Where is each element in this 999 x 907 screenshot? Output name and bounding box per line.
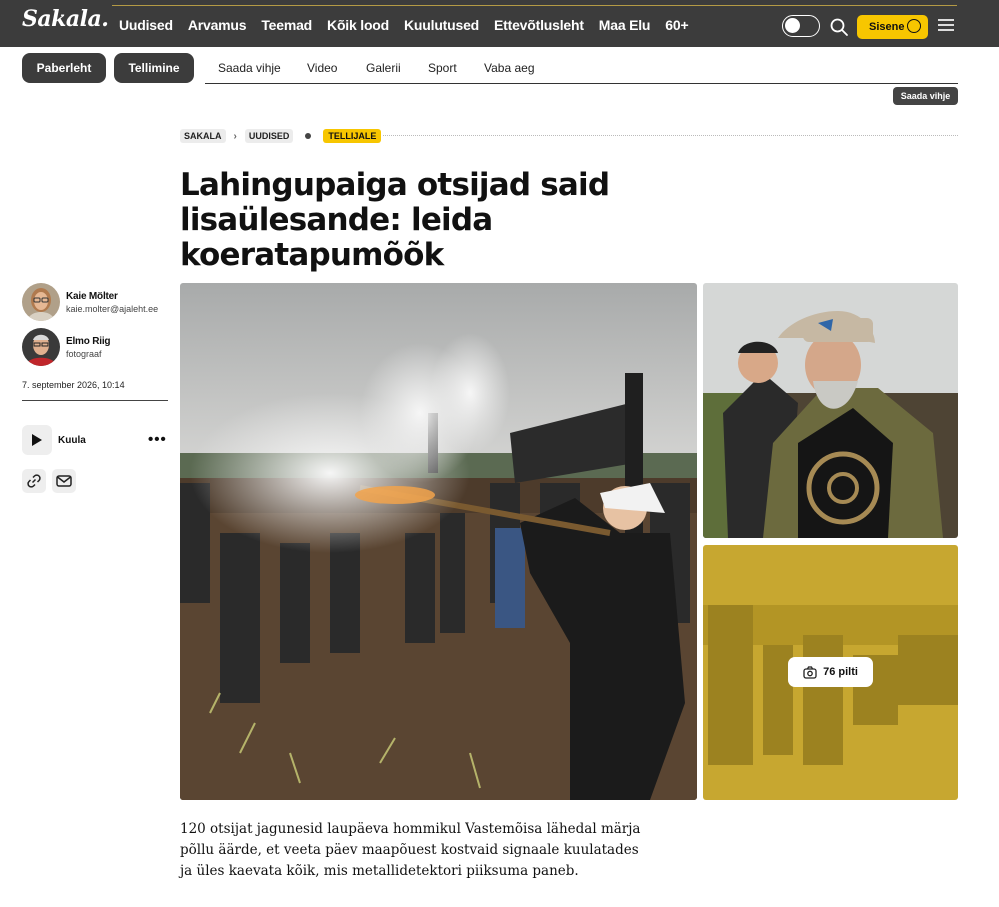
nav-item-kuulutused[interactable]: Kuulutused — [404, 17, 479, 33]
author-role: fotograaf — [66, 349, 102, 359]
breadcrumb: SAKALA › UUDISED TELLIJALE — [180, 129, 382, 143]
breadcrumb-divider — [383, 135, 958, 136]
subscribe-button[interactable]: Tellimine — [114, 53, 194, 83]
gallery-count-badge[interactable]: 76 pilti — [788, 657, 873, 687]
listen-control[interactable]: Kuula — [22, 425, 86, 455]
camera-icon — [803, 665, 817, 679]
subnav-link-sport[interactable]: Sport — [428, 61, 457, 75]
more-options-icon[interactable]: ••• — [148, 431, 167, 448]
nav-item-teemad[interactable]: Teemad — [261, 17, 312, 33]
author-avatar — [22, 328, 60, 366]
nav-item-60-plus[interactable]: 60+ — [665, 17, 688, 33]
chevron-right-icon: › — [233, 130, 237, 142]
author-card[interactable]: Elmo Riig fotograaf — [22, 328, 168, 366]
author-card[interactable]: Kaie Mölter kaie.molter@ajaleht.ee — [22, 283, 168, 321]
subnav-link-galerii[interactable]: Galerii — [366, 61, 401, 75]
send-tip-badge[interactable]: Saada vihje — [893, 87, 958, 105]
subscriber-tag: TELLIJALE — [323, 129, 382, 143]
hamburger-menu-icon[interactable] — [938, 19, 954, 33]
article-headline: Lahingupaiga otsijad said lisaülesande: … — [180, 167, 610, 273]
main-article-photo[interactable] — [180, 283, 697, 800]
dark-mode-toggle[interactable] — [782, 15, 820, 37]
subnav-link-vaba-aeg[interactable]: Vaba aeg — [484, 61, 535, 75]
site-logo[interactable]: Sakala. — [22, 6, 109, 32]
subnav-divider — [205, 83, 958, 84]
bullet-icon — [305, 133, 312, 139]
main-nav: Uudised Arvamus Teemad Kõik lood Kuulutu… — [119, 17, 689, 33]
nav-item-uudised[interactable]: Uudised — [119, 17, 173, 33]
play-icon — [32, 434, 42, 446]
breadcrumb-site[interactable]: SAKALA — [180, 129, 226, 143]
moon-icon — [785, 18, 800, 33]
nav-item-koik-lood[interactable]: Kõik lood — [327, 17, 389, 33]
paper-button[interactable]: Paberleht — [22, 53, 106, 83]
user-icon — [907, 19, 921, 33]
publish-date: 7. september 2026, 10:14 — [22, 380, 125, 390]
link-icon — [27, 474, 41, 488]
email-share-button[interactable] — [52, 469, 76, 493]
copy-link-button[interactable] — [22, 469, 46, 493]
sidebar-divider — [22, 400, 168, 401]
author-name: Elmo Riig — [66, 336, 111, 347]
search-icon[interactable] — [829, 17, 849, 37]
play-button[interactable] — [22, 425, 52, 455]
mail-icon — [56, 475, 72, 487]
listen-label: Kuula — [58, 434, 86, 446]
author-email: kaie.molter@ajaleht.ee — [66, 304, 159, 314]
top-bar: Sakala. Uudised Arvamus Teemad Kõik lood… — [0, 0, 999, 47]
author-avatar — [22, 283, 60, 321]
article-lead: 120 otsijat jagunesid laupäeva hommikul … — [180, 821, 641, 879]
gallery-count-label: 76 pilti — [823, 666, 858, 678]
breadcrumb-section[interactable]: UUDISED — [244, 129, 294, 143]
side-photo[interactable] — [703, 283, 958, 538]
author-name: Kaie Mölter — [66, 291, 118, 302]
subnav-link-video[interactable]: Video — [307, 61, 337, 75]
nav-item-ettevotlusleht[interactable]: Ettevõtlusleht — [494, 17, 584, 33]
nav-item-maa-elu[interactable]: Maa Elu — [599, 17, 651, 33]
nav-item-arvamus[interactable]: Arvamus — [188, 17, 247, 33]
login-button[interactable]: Sisene — [857, 15, 928, 39]
subnav-link-saada-vihje[interactable]: Saada vihje — [218, 61, 281, 75]
top-bar-accent-line — [112, 5, 957, 6]
login-label: Sisene — [869, 21, 905, 33]
